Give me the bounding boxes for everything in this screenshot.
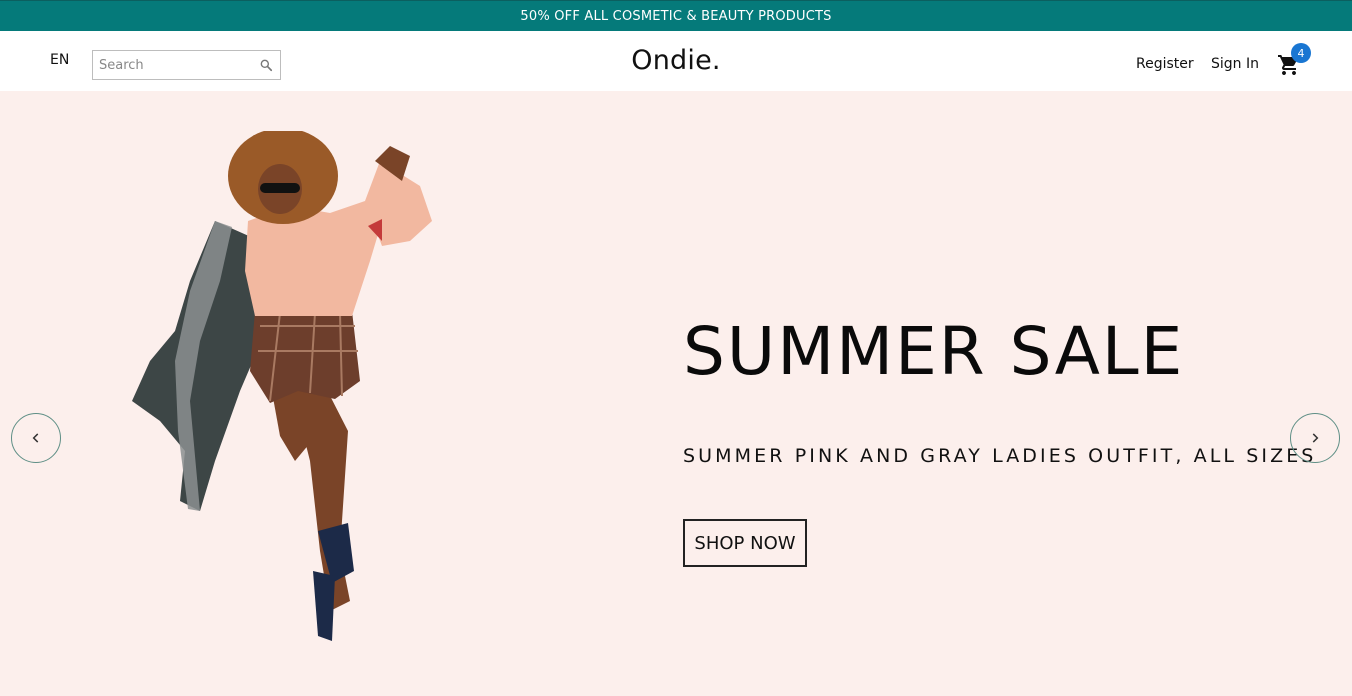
announcement-text: 50% OFF ALL COSMETIC & BEAUTY PRODUCTS — [520, 8, 832, 24]
shop-now-button[interactable]: SHOP NOW — [683, 519, 807, 567]
hero-subtitle: SUMMER PINK AND GRAY LADIES OUTFIT, ALL … — [683, 445, 1317, 467]
slider-next-button[interactable] — [1290, 413, 1340, 463]
chevron-left-icon — [32, 433, 39, 443]
register-link[interactable]: Register — [1136, 56, 1194, 72]
slider-prev-button[interactable] — [11, 413, 61, 463]
chevron-right-icon — [1312, 433, 1319, 443]
announcement-bar: 50% OFF ALL COSMETIC & BEAUTY PRODUCTS — [0, 0, 1352, 31]
navbar: EN Ondie. Register Sign In 4 — [0, 31, 1352, 91]
cart-count-badge: 4 — [1291, 43, 1311, 63]
signin-link[interactable]: Sign In — [1211, 56, 1259, 72]
hero-model-image — [132, 131, 432, 641]
hero-slider: SUMMER SALE SUMMER PINK AND GRAY LADIES … — [0, 91, 1352, 696]
hero-title: SUMMER SALE — [683, 313, 1185, 390]
